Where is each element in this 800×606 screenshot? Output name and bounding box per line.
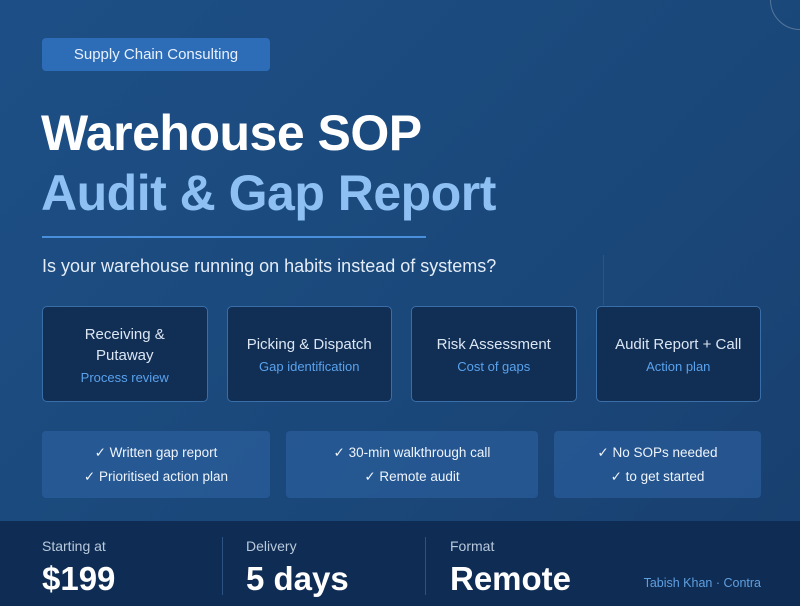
stat-value: $199: [42, 560, 116, 597]
card-title: Audit Report + Call: [615, 336, 742, 353]
page-title-line-1: Warehouse SOP: [41, 105, 422, 161]
service-card-receiving: Receiving & Putaway Process review: [42, 306, 208, 402]
service-card-picking: Picking & Dispatch Gap identification: [226, 306, 392, 402]
author-credit: Tabish Khan · Contra: [643, 576, 761, 590]
stat-label: Starting at: [42, 538, 106, 554]
feature-item: ✓ Written gap report: [94, 444, 218, 460]
card-title: Picking & Dispatch: [246, 336, 372, 353]
stat-value: 5 days: [246, 560, 349, 597]
background: [0, 0, 800, 606]
footer-divider: [222, 537, 223, 595]
card-subtitle: Cost of gaps: [457, 359, 531, 374]
page-subtitle: Is your warehouse running on habits inst…: [42, 256, 497, 276]
stat-label: Format: [450, 538, 495, 554]
category-tag: Supply Chain Consulting: [42, 38, 270, 71]
stat-price: Starting at $199: [42, 538, 115, 598]
feature-list: ✓ Written gap report ✓ Prioritised actio…: [42, 431, 761, 498]
stat-delivery: Delivery 5 days: [246, 538, 349, 598]
pricing-footer: Starting at $199 Delivery 5 days Format …: [0, 521, 800, 606]
service-card-report: Audit Report + Call Action plan: [595, 306, 761, 402]
feature-item: ✓ No SOPs needed: [597, 444, 718, 460]
footer-divider: [425, 537, 426, 595]
feature-box-report: ✓ Written gap report ✓ Prioritised actio…: [42, 431, 270, 498]
stat-label: Delivery: [246, 538, 297, 554]
decorative-line: [603, 255, 604, 305]
service-cards: Receiving & Putaway Process review Picki…: [42, 306, 761, 402]
card-title: Risk Assessment: [436, 336, 551, 353]
card-subtitle: Action plan: [646, 359, 711, 374]
feature-item: ✓ Remote audit: [364, 468, 460, 484]
feature-box-requirements: ✓ No SOPs needed ✓ to get started: [554, 431, 761, 498]
page-title-line-2: Audit & Gap Report: [41, 165, 496, 221]
stat-value: Remote: [450, 560, 572, 597]
title-underline: [42, 236, 426, 238]
feature-box-call: ✓ 30-min walkthrough call ✓ Remote audit: [286, 431, 538, 498]
card-subtitle: Gap identification: [259, 359, 360, 374]
card-subtitle: Process review: [80, 369, 169, 385]
feature-item: ✓ to get started: [610, 468, 705, 484]
service-card-risk: Risk Assessment Cost of gaps: [411, 306, 577, 402]
card-title: Receiving & Putaway: [84, 325, 165, 364]
feature-item: ✓ 30-min walkthrough call: [333, 444, 491, 460]
feature-item: ✓ Prioritised action plan: [83, 468, 229, 484]
stat-format: Format Remote: [450, 538, 571, 598]
